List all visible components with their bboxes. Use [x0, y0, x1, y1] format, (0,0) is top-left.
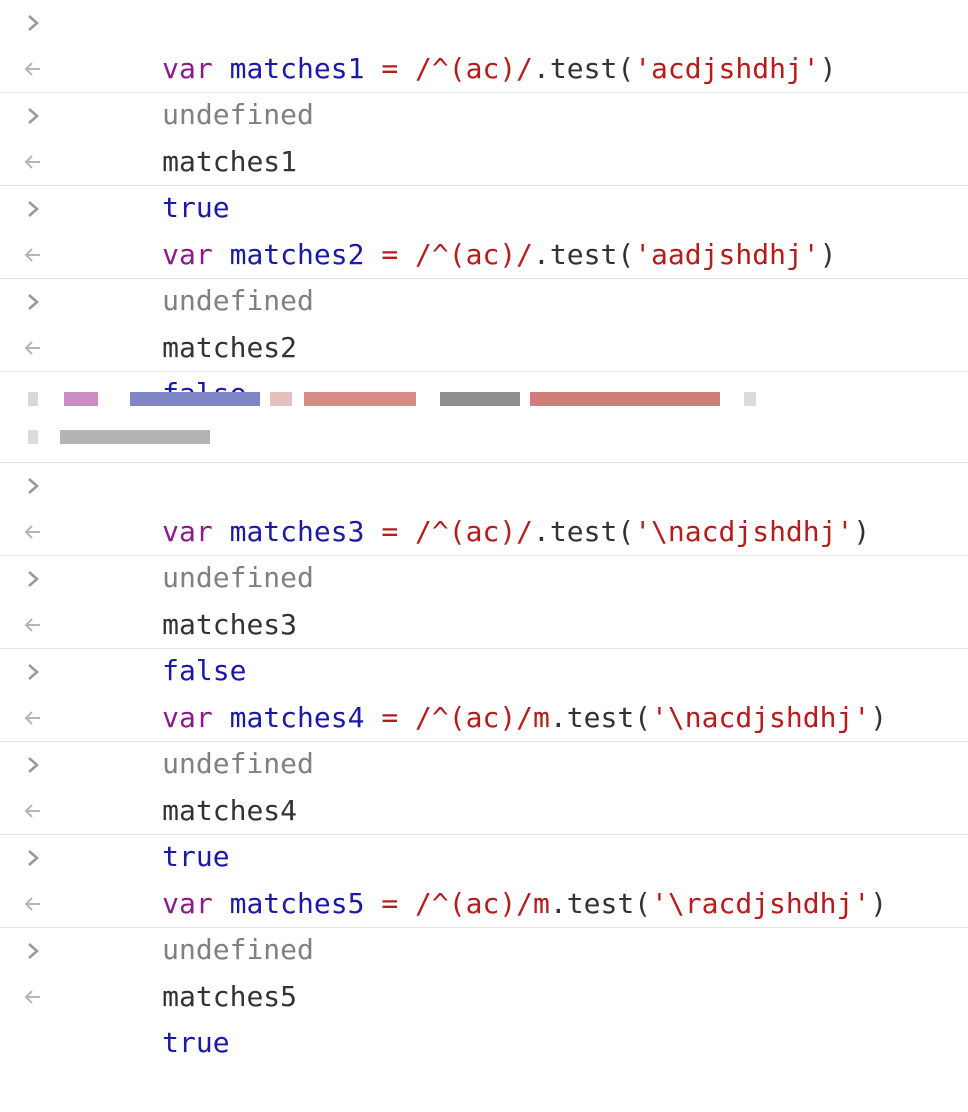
- console-entry: var matches5 = /^(ac)/m.test('\racdjshdh…: [0, 835, 968, 966]
- return-arrow-icon: [20, 881, 46, 927]
- console-output-line: false: [0, 602, 968, 687]
- chevron-right-icon: [20, 835, 46, 881]
- chevron-right-icon: [20, 463, 46, 509]
- console-output-line: true: [0, 974, 968, 1059]
- console-output-line: undefined: [0, 46, 968, 131]
- chevron-right-icon: [20, 556, 46, 602]
- redacted-block: [64, 392, 98, 406]
- redacted-block: [304, 392, 416, 406]
- console-entry: matches2 false: [0, 279, 968, 410]
- return-arrow-icon: [20, 509, 46, 555]
- console-output-line: undefined: [0, 232, 968, 317]
- console-output-line: undefined: [0, 881, 968, 966]
- return-arrow-icon: [20, 602, 46, 648]
- redacted-console-entry: [0, 372, 968, 463]
- console-input-line[interactable]: var matches2 = /^(ac)/.test('aadjshdhj'): [0, 186, 968, 271]
- chevron-right-icon: [20, 0, 46, 46]
- redacted-block: [130, 392, 260, 406]
- console-entry: matches4 true: [0, 742, 968, 873]
- return-arrow-icon: [20, 232, 46, 278]
- console-entry: matches1 true: [0, 93, 968, 224]
- console-entry: var matches1 = /^(ac)/.test('acdjshdhj')…: [0, 0, 968, 131]
- console-input-line[interactable]: var matches1 = /^(ac)/.test('acdjshdhj'): [0, 0, 968, 85]
- console-entry: var matches4 = /^(ac)/m.test('\nacdjshdh…: [0, 649, 968, 780]
- return-arrow-icon: [20, 46, 46, 92]
- return-arrow-icon: [20, 974, 46, 1020]
- redacted-block: [28, 430, 38, 444]
- console-entry: matches5 true: [0, 928, 968, 1059]
- console-entry: var matches2 = /^(ac)/.test('aadjshdhj')…: [0, 186, 968, 317]
- redacted-block: [440, 392, 520, 406]
- devtools-console: var matches1 = /^(ac)/.test('acdjshdhj')…: [0, 0, 968, 1059]
- console-entry: matches3 false: [0, 556, 968, 687]
- chevron-right-icon: [20, 742, 46, 788]
- console-output-line: true: [0, 788, 968, 873]
- redacted-block: [270, 392, 292, 406]
- console-output-line: undefined: [0, 695, 968, 780]
- console-input-line[interactable]: var matches4 = /^(ac)/m.test('\nacdjshdh…: [0, 649, 968, 734]
- console-input-line[interactable]: matches1: [0, 93, 968, 178]
- return-arrow-icon: [20, 695, 46, 741]
- console-input-line[interactable]: var matches3 = /^(ac)/.test('\nacdjshdhj…: [0, 463, 968, 548]
- return-arrow-icon: [20, 139, 46, 185]
- console-input-line[interactable]: matches3: [0, 556, 968, 641]
- chevron-right-icon: [20, 928, 46, 974]
- return-arrow-icon: [20, 325, 46, 371]
- console-input-line[interactable]: matches5: [0, 928, 968, 1013]
- chevron-right-icon: [20, 186, 46, 232]
- console-output-line: true: [0, 139, 968, 224]
- console-input-line[interactable]: matches2: [0, 279, 968, 364]
- output-value: true: [162, 1026, 230, 1059]
- console-input-line[interactable]: matches4: [0, 742, 968, 827]
- console-output-line: undefined: [0, 509, 968, 594]
- return-arrow-icon: [20, 788, 46, 834]
- redacted-block: [744, 392, 756, 406]
- console-entry: var matches3 = /^(ac)/.test('\nacdjshdhj…: [0, 463, 968, 594]
- redacted-block: [28, 392, 38, 406]
- console-input-line[interactable]: var matches5 = /^(ac)/m.test('\racdjshdh…: [0, 835, 968, 920]
- chevron-right-icon: [20, 93, 46, 139]
- chevron-right-icon: [20, 649, 46, 695]
- redacted-block: [60, 430, 210, 444]
- chevron-right-icon: [20, 279, 46, 325]
- redacted-block: [530, 392, 720, 406]
- console-output-line: false: [0, 325, 968, 410]
